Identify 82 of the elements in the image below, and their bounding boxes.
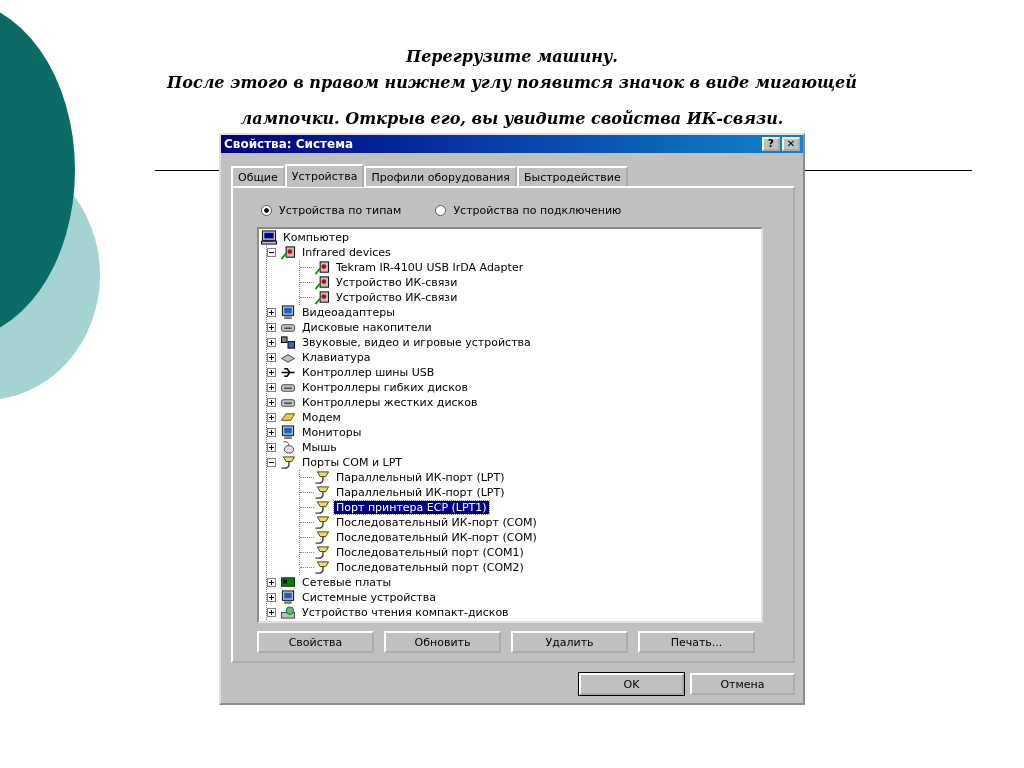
device-icon: [314, 275, 330, 290]
card-icon: [280, 575, 296, 590]
connector-icon: [314, 485, 330, 500]
connector-icon: [314, 545, 330, 560]
ok-button[interactable]: OK: [579, 673, 684, 695]
tree-item[interactable]: Infrared devices: [300, 246, 393, 259]
radio-button[interactable]: [435, 205, 447, 216]
device-icon: [314, 260, 330, 275]
tab[interactable]: Общие: [231, 166, 285, 186]
tree-item[interactable]: Модем: [300, 411, 343, 424]
expand-icon[interactable]: [267, 353, 276, 362]
expand-icon[interactable]: [267, 383, 276, 392]
monitor-icon: [280, 590, 296, 605]
heading-text: После этого в правом нижнем углу появится значок в виде мигающей: [167, 72, 857, 94]
device-icon: [314, 290, 330, 305]
connector-icon: [314, 470, 330, 485]
connector-icon: [280, 455, 296, 470]
expand-icon[interactable]: [267, 338, 276, 347]
mouse-icon: [280, 440, 296, 455]
tree-item[interactable]: Компьютер: [281, 231, 351, 244]
heading-text: лампочки. Открыв его, вы увидите свойства ИК-связи.: [239, 108, 785, 130]
monitor-icon: [280, 425, 296, 440]
action-button[interactable]: Удалить: [511, 631, 628, 653]
expand-icon[interactable]: [267, 593, 276, 602]
tree-item[interactable]: Порты COM и LPT: [300, 456, 405, 469]
tree-item[interactable]: Последовательный ИК-порт (COM): [334, 531, 539, 544]
tree-item[interactable]: Контроллеры гибких дисков: [300, 381, 470, 394]
tree-item[interactable]: Мониторы: [300, 426, 364, 439]
help-button[interactable]: ?: [762, 137, 780, 151]
tree-item[interactable]: Tekram IR-410U USB IrDA Adapter: [334, 261, 526, 274]
tree-item[interactable]: Системные устройства: [300, 591, 438, 604]
expand-icon[interactable]: [267, 323, 276, 332]
expand-icon[interactable]: [267, 308, 276, 317]
tree-item[interactable]: Параллельный ИК-порт (LPT): [334, 486, 507, 499]
window-title: Свойства: Система: [224, 137, 354, 151]
tree-item[interactable]: Устройство ИК-связи: [334, 276, 460, 289]
tree-item[interactable]: Контроллер шины USB: [300, 366, 437, 379]
radio-button[interactable]: [261, 205, 272, 216]
action-button[interactable]: Печать...: [638, 631, 755, 653]
tree-item[interactable]: Мышь: [300, 441, 339, 454]
tree-item[interactable]: Сетевые платы: [300, 576, 394, 589]
heading-text: Перегрузите машину.: [404, 46, 619, 68]
collapse-icon[interactable]: [267, 248, 276, 257]
tree-item[interactable]: Параллельный ИК-порт (LPT): [334, 471, 507, 484]
expand-icon[interactable]: [267, 443, 276, 452]
tree-item[interactable]: Порт принтера ECP (LPT1): [334, 501, 489, 514]
radio-label[interactable]: Устройства по типам: [279, 204, 402, 217]
action-button[interactable]: Обновить: [384, 631, 501, 653]
expand-icon[interactable]: [267, 413, 276, 422]
tree-item[interactable]: Дисковые накопители: [300, 321, 434, 334]
device-icon: [280, 245, 296, 260]
tree-item[interactable]: Звуковые, видео и игровые устройства: [300, 336, 533, 349]
expand-icon[interactable]: [267, 428, 276, 437]
tree-item[interactable]: Последовательный порт (COM2): [334, 561, 526, 574]
expand-icon[interactable]: [267, 578, 276, 587]
tree-item[interactable]: Последовательный порт (COM1): [334, 546, 526, 559]
drive-icon: [280, 605, 296, 620]
expand-icon[interactable]: [267, 398, 276, 407]
connector-icon: [314, 530, 330, 545]
connector-icon: [314, 515, 330, 530]
tab[interactable]: Устройства: [284, 164, 365, 187]
cancel-button[interactable]: Отмена: [690, 673, 795, 695]
connector-icon: [314, 560, 330, 575]
connector-icon: [314, 500, 330, 515]
close-button[interactable]: ✕: [782, 137, 800, 151]
tree-item[interactable]: Клавиатура: [300, 351, 373, 364]
action-button[interactable]: Свойства: [257, 631, 374, 653]
tab[interactable]: Быстродействие: [516, 166, 628, 186]
collapse-icon[interactable]: [267, 458, 276, 467]
expand-icon[interactable]: [267, 368, 276, 377]
expand-icon[interactable]: [267, 608, 276, 617]
usb-icon: [280, 365, 296, 380]
monitor-icon: [261, 230, 277, 245]
tree-item[interactable]: Видеоадаптеры: [300, 306, 397, 319]
tree-item[interactable]: Устройство чтения компакт-дисков: [300, 606, 511, 619]
monitor-icon: [280, 305, 296, 320]
tree-item[interactable]: Последовательный ИК-порт (COM): [334, 516, 539, 529]
radio-label[interactable]: Устройства по подключению: [453, 204, 622, 217]
tab[interactable]: Профили оборудования: [364, 166, 517, 186]
tree-item[interactable]: Устройство ИК-связи: [334, 291, 460, 304]
tree-item[interactable]: Контроллеры жестких дисков: [300, 396, 480, 409]
device-icon: [280, 335, 296, 350]
